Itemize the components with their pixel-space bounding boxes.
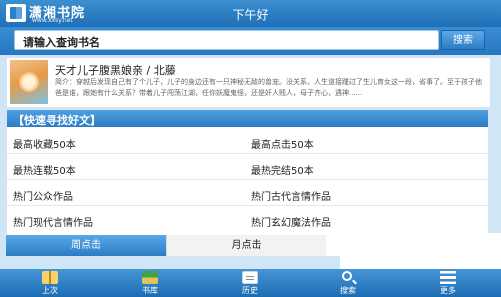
book-title[interactable]: 天才儿子腹黑娘亲 / 北藤	[55, 62, 176, 78]
nav-search[interactable]: 搜索	[318, 269, 378, 297]
nav-more[interactable]: 更多	[418, 269, 478, 297]
rank-link-hot-finished[interactable]: 最热完结50本	[251, 162, 314, 177]
search-button[interactable]: 搜索	[441, 30, 485, 50]
book-cover-image[interactable]	[10, 60, 48, 104]
divider	[7, 205, 488, 206]
book-description: 简介：穿越后发现自己有了个儿子，儿子的身边还有一只神秘无敌的兽宠。没关系，人生道…	[55, 78, 482, 97]
rank-link-hot-serial[interactable]: 最热连载50本	[13, 162, 76, 177]
tab-monthly-clicks[interactable]: 月点击	[166, 235, 326, 256]
search-input[interactable]: 请输入查询书名	[14, 30, 439, 50]
search-icon	[342, 271, 352, 281]
rank-link-most-collected[interactable]: 最高收藏50本	[13, 136, 76, 151]
history-icon	[242, 271, 258, 284]
book-icon	[42, 271, 58, 284]
app-header: 潇湘书院 www.xxsy.net 下午好	[0, 0, 501, 27]
nav-label: 更多	[440, 286, 456, 295]
bookshelf-icon	[142, 271, 158, 284]
more-icon	[440, 271, 456, 284]
nav-label: 上次	[42, 286, 58, 295]
divider	[7, 179, 488, 180]
divider	[7, 153, 488, 154]
rank-link-modern-romance[interactable]: 热门现代言情作品	[13, 214, 93, 229]
rank-link-most-clicked[interactable]: 最高点击50本	[251, 136, 314, 151]
featured-book-card[interactable]: 天才儿子腹黑娘亲 / 北藤 简介：穿越后发现自己有了个儿子，儿子的身边还有一只神…	[6, 57, 491, 108]
nav-history[interactable]: 历史	[220, 269, 280, 297]
rank-link-public-works[interactable]: 热门公众作品	[13, 188, 73, 203]
nav-library[interactable]: 书库	[120, 269, 180, 297]
greeting-text: 下午好	[232, 8, 269, 22]
tab-weekly-clicks[interactable]: 周点击	[6, 235, 166, 256]
bottom-nav: 上次 书库 历史 搜索 更多	[0, 269, 501, 297]
rank-link-fantasy-magic[interactable]: 热门玄幻魔法作品	[251, 214, 331, 229]
quick-find-title: 【快速寻找好文】	[13, 114, 101, 127]
nav-label: 历史	[242, 286, 258, 295]
search-bar: 请输入查询书名 搜索	[0, 27, 501, 55]
nav-label: 书库	[142, 286, 158, 295]
rank-link-ancient-romance[interactable]: 热门古代言情作品	[251, 188, 331, 203]
nav-label: 搜索	[340, 286, 356, 295]
quick-find-header: 【快速寻找好文】	[7, 110, 488, 127]
nav-last-read[interactable]: 上次	[20, 269, 80, 297]
